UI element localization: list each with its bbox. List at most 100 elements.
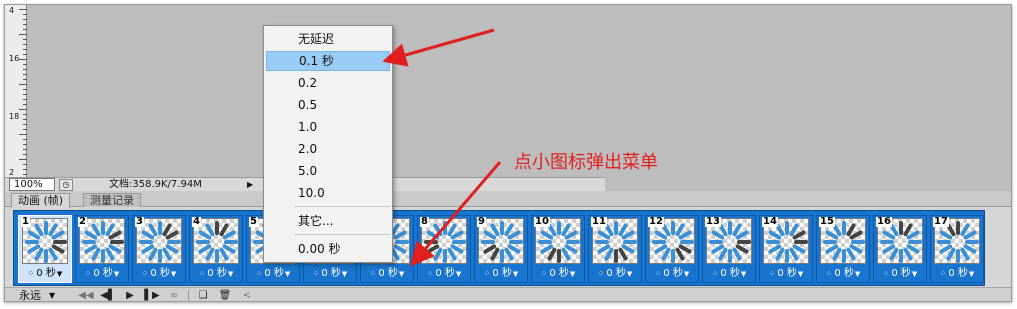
frame-delay-dropdown[interactable]: ⁘ 0 秒 ▼ bbox=[418, 267, 470, 281]
menu-item-delay[interactable]: 其它... bbox=[266, 211, 390, 231]
frame-delay-dropdown[interactable]: ⁘ 0 秒 ▼ bbox=[475, 267, 527, 281]
animation-frame[interactable]: 15 ⁘ 0 秒 ▼ bbox=[816, 215, 870, 283]
menu-item-delay[interactable]: 0.00 秒 bbox=[266, 239, 390, 259]
status-info-icon[interactable]: ◷ bbox=[59, 178, 73, 191]
disposal-icon: ⁘ bbox=[654, 269, 662, 278]
frame-delay-dropdown[interactable]: ⁘ 0 秒 ▼ bbox=[133, 267, 185, 281]
frame-delay-menu: 无延迟 0.1 秒 0.2 0.5 1.0 2.0 5.0 10.0 其它... 0.00 秒 bbox=[263, 25, 393, 263]
ruler-tick bbox=[19, 9, 27, 10]
tab-animation-frames[interactable]: 动画 (帧) bbox=[11, 193, 71, 208]
animation-frame[interactable]: 14 ⁘ 0 秒 ▼ bbox=[759, 215, 813, 283]
ruler-tick bbox=[19, 109, 27, 110]
disposal-icon: ⁘ bbox=[255, 269, 263, 278]
animation-frame[interactable]: 8 ⁘ 0 秒 ▼ bbox=[417, 215, 471, 283]
chevron-down-icon: ▼ bbox=[968, 270, 975, 278]
menu-item-delay[interactable]: 0.2 bbox=[266, 73, 390, 93]
trash-icon[interactable]: 🗑 bbox=[214, 289, 236, 302]
tab-measurement-log[interactable]: 测量记录 bbox=[83, 193, 141, 207]
frame-number: 2 bbox=[78, 216, 87, 227]
chevron-down-icon: ▼ bbox=[512, 270, 519, 278]
frame-delay-dropdown[interactable]: ⁘ 0 秒 ▼ bbox=[817, 267, 869, 281]
first-frame-icon[interactable]: ◀◀ bbox=[75, 289, 97, 302]
frame-delay-dropdown[interactable]: ⁘ 0 秒 ▼ bbox=[247, 267, 299, 281]
previous-frame-icon[interactable]: ◀▌ bbox=[97, 289, 119, 302]
frame-delay-value: 0 秒 bbox=[492, 268, 512, 279]
frame-delay-dropdown[interactable]: ⁘ 0 秒 ▼ bbox=[646, 267, 698, 281]
animation-controls: 永远 ▼ ◀◀ ◀▌ ▶ ▌▶ ∞ ❏ 🗑 < bbox=[5, 287, 1011, 302]
animation-frame[interactable]: 4 ⁘ 0 秒 ▼ bbox=[189, 215, 243, 283]
frame-delay-dropdown[interactable]: ⁘ 0 秒 ▼ bbox=[589, 267, 641, 281]
play-icon[interactable]: ▶ bbox=[119, 289, 141, 302]
ruler-tick bbox=[19, 59, 27, 60]
chevron-down-icon: ▼ bbox=[740, 270, 747, 278]
duplicate-frame-icon[interactable]: ❏ bbox=[192, 289, 214, 302]
animation-frame[interactable]: 12 ⁘ 0 秒 ▼ bbox=[645, 215, 699, 283]
animation-frame[interactable]: 2 ⁘ 0 秒 ▼ bbox=[75, 215, 129, 283]
ruler-label: 16 bbox=[9, 54, 20, 63]
loop-options-select[interactable]: 永远 ▼ bbox=[19, 289, 75, 302]
frame-delay-value: 0 秒 bbox=[435, 268, 455, 279]
chevron-down-icon: ▼ bbox=[341, 270, 348, 278]
ruler-label: 2 bbox=[9, 168, 15, 177]
disposal-icon: ⁘ bbox=[84, 269, 92, 278]
menu-item-delay[interactable]: 10.0 bbox=[266, 183, 390, 203]
frame-delay-value: 0 秒 bbox=[207, 268, 227, 279]
frame-delay-value: 0 秒 bbox=[150, 268, 170, 279]
ruler-tick bbox=[19, 134, 27, 135]
frame-delay-value: 0 秒 bbox=[834, 268, 854, 279]
frame-number: 12 bbox=[648, 216, 664, 227]
frame-delay-dropdown[interactable]: ⁘ 0 秒 ▼ bbox=[361, 267, 413, 281]
animation-frame[interactable]: 13 ⁘ 0 秒 ▼ bbox=[702, 215, 756, 283]
scroll-left-icon[interactable]: < bbox=[236, 289, 258, 302]
chevron-down-icon: ▼ bbox=[797, 270, 804, 278]
document-size-info: 文档:358.9K/7.94M bbox=[109, 178, 202, 190]
frame-delay-value: 0 秒 bbox=[93, 268, 113, 279]
frame-delay-dropdown[interactable]: ⁘ 0 秒 ▼ bbox=[76, 267, 128, 281]
vertical-ruler: 4 16 18 2 bbox=[5, 5, 27, 177]
disposal-icon: ⁘ bbox=[312, 269, 320, 278]
animation-frame[interactable]: 9 ⁘ 0 秒 ▼ bbox=[474, 215, 528, 283]
ruler-label: 18 bbox=[9, 112, 20, 121]
zoom-level-field[interactable]: 100% bbox=[9, 178, 55, 191]
disposal-icon: ⁘ bbox=[426, 269, 434, 278]
next-frame-icon[interactable]: ▌▶ bbox=[141, 289, 163, 302]
menu-item-delay[interactable]: 0.1 秒 bbox=[266, 51, 390, 71]
frame-delay-dropdown[interactable]: ⁘ 0 秒 ▼ bbox=[19, 267, 71, 281]
menu-item-delay[interactable]: 0.5 bbox=[266, 95, 390, 115]
menu-item-delay[interactable]: 无延迟 bbox=[266, 29, 390, 49]
frame-delay-value: 0 秒 bbox=[549, 268, 569, 279]
annotation-label: 点小图标弹出菜单 bbox=[514, 152, 658, 173]
chevron-down-icon: ▼ bbox=[569, 270, 576, 278]
animation-frame[interactable]: 3 ⁘ 0 秒 ▼ bbox=[132, 215, 186, 283]
chevron-down-icon: ▼ bbox=[455, 270, 462, 278]
frame-delay-dropdown[interactable]: ⁘ 0 秒 ▼ bbox=[931, 267, 983, 281]
frame-number: 14 bbox=[762, 216, 778, 227]
frame-delay-dropdown[interactable]: ⁘ 0 秒 ▼ bbox=[760, 267, 812, 281]
menu-item-delay[interactable]: 1.0 bbox=[266, 117, 390, 137]
menu-item-delay[interactable]: 2.0 bbox=[266, 139, 390, 159]
frame-delay-value: 0 秒 bbox=[321, 268, 341, 279]
frame-delay-dropdown[interactable]: ⁘ 0 秒 ▼ bbox=[532, 267, 584, 281]
frame-number: 5 bbox=[249, 216, 258, 227]
frame-delay-dropdown[interactable]: ⁘ 0 秒 ▼ bbox=[190, 267, 242, 281]
status-menu-arrow-icon[interactable]: ▶ bbox=[247, 179, 257, 191]
animation-frame[interactable]: 1 ⁘ 0 秒 ▼ bbox=[18, 215, 72, 283]
frame-delay-dropdown[interactable]: ⁘ 0 秒 ▼ bbox=[304, 267, 356, 281]
disposal-icon: ⁘ bbox=[483, 269, 491, 278]
frame-number: 15 bbox=[819, 216, 835, 227]
disposal-icon: ⁘ bbox=[141, 269, 149, 278]
disposal-icon: ⁘ bbox=[597, 269, 605, 278]
frame-number: 10 bbox=[534, 216, 550, 227]
frame-number: 17 bbox=[933, 216, 949, 227]
animation-frame[interactable]: 16 ⁘ 0 秒 ▼ bbox=[873, 215, 927, 283]
frame-delay-dropdown[interactable]: ⁘ 0 秒 ▼ bbox=[874, 267, 926, 281]
frame-number: 1 bbox=[21, 216, 30, 227]
divider bbox=[188, 289, 189, 301]
tween-icon[interactable]: ∞ bbox=[163, 289, 185, 302]
disposal-icon: ⁘ bbox=[882, 269, 890, 278]
frame-delay-dropdown[interactable]: ⁘ 0 秒 ▼ bbox=[703, 267, 755, 281]
animation-frame[interactable]: 17 ⁘ 0 秒 ▼ bbox=[930, 215, 984, 283]
animation-frame[interactable]: 11 ⁘ 0 秒 ▼ bbox=[588, 215, 642, 283]
menu-item-delay[interactable]: 5.0 bbox=[266, 161, 390, 181]
animation-frame[interactable]: 10 ⁘ 0 秒 ▼ bbox=[531, 215, 585, 283]
